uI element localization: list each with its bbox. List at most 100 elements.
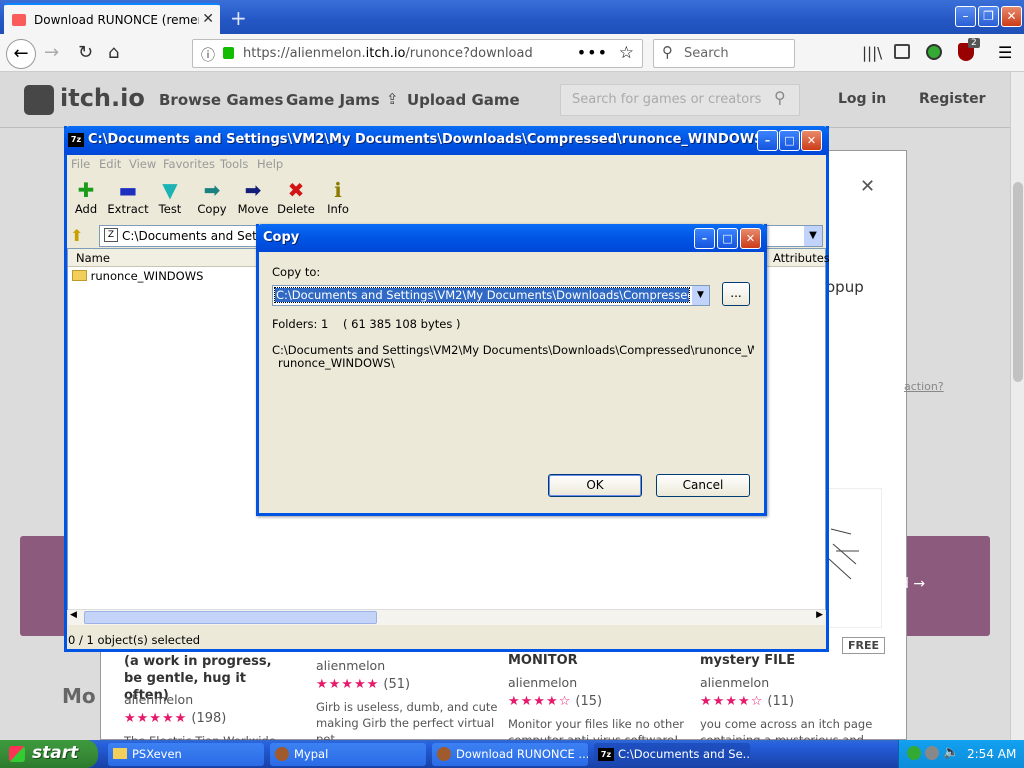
mypal-icon — [275, 747, 289, 761]
page-scrollbar[interactable] — [1010, 72, 1024, 740]
itch-logo-icon[interactable] — [24, 85, 54, 115]
source-path: C:\Documents and Settings\VM2\My Documen… — [272, 343, 754, 357]
browse-button[interactable]: ... — [722, 282, 750, 306]
browser-restore-button[interactable]: ❐ — [978, 6, 999, 27]
game-title[interactable]: mystery FILE — [700, 653, 795, 668]
destination-value[interactable]: C:\Documents and Settings\VM2\My Documen… — [274, 287, 690, 303]
copy-button[interactable]: ➡ Copy — [190, 178, 234, 216]
scroll-left-icon[interactable]: ◀ — [70, 610, 77, 620]
reload-icon[interactable]: ↻ — [78, 42, 93, 63]
up-folder-icon[interactable]: ⬆ — [70, 226, 83, 245]
clock[interactable]: 2:54 AM — [967, 747, 1016, 761]
move-icon: ➡ — [244, 178, 262, 202]
browser-tab[interactable]: Download RUNONCE (remember_n ✕ — [4, 3, 220, 34]
7zip-close-button[interactable]: ✕ — [801, 130, 822, 151]
task-mypal[interactable]: Mypal — [270, 743, 426, 766]
column-name[interactable]: Name — [76, 251, 110, 265]
ok-button[interactable]: OK — [548, 474, 642, 497]
url-bar[interactable]: ⓘ https://alienmelon.itch.io/runonce?dow… — [192, 39, 643, 68]
browser-close-button[interactable]: ✕ — [1001, 6, 1022, 27]
copy-minimize-button[interactable]: – — [694, 228, 715, 249]
column-attributes[interactable]: Attributes — [773, 251, 830, 265]
menu-tools[interactable]: Tools — [220, 157, 248, 171]
game-author[interactable]: alienmelon — [700, 675, 769, 690]
delete-icon: ✖ — [287, 178, 305, 202]
menu-file[interactable]: File — [71, 157, 90, 171]
register-link[interactable]: Register — [919, 91, 986, 107]
menu-help[interactable]: Help — [257, 157, 283, 171]
destination-dropdown-icon[interactable]: ▼ — [692, 286, 709, 305]
menu-icon[interactable]: ☰ — [998, 43, 1012, 62]
itch-search-input[interactable]: Search for games or creators — [572, 92, 761, 107]
library-icon[interactable]: |||\ — [862, 44, 882, 62]
start-button[interactable]: start — [0, 740, 98, 768]
add-icon: ✚ — [77, 178, 95, 202]
folders-info: Folders: 1 ( 61 385 108 bytes ) — [272, 317, 461, 331]
next-arrow-icon[interactable]: d → — [900, 576, 925, 592]
game-title[interactable]: MONITOR — [508, 653, 578, 668]
menu-view[interactable]: View — [129, 157, 156, 171]
upload-game-link[interactable]: Upload Game — [407, 91, 520, 109]
tray-app-icon[interactable] — [925, 746, 939, 760]
scroll-right-icon[interactable]: ▶ — [816, 610, 823, 620]
browser-search-box[interactable]: ⚲ Search — [653, 39, 795, 68]
back-icon[interactable]: ← — [6, 39, 36, 69]
7zip-maximize-button[interactable]: □ — [779, 130, 800, 151]
hscroll-thumb[interactable] — [84, 611, 377, 624]
menu-favorites[interactable]: Favorites — [163, 157, 215, 171]
task-psxeven[interactable]: PSXeven — [108, 743, 264, 766]
path-dropdown-icon[interactable]: ▼ — [804, 226, 822, 246]
copy-maximize-button[interactable]: □ — [717, 228, 738, 249]
add-button[interactable]: ✚ Add — [64, 178, 108, 216]
horizontal-scrollbar[interactable]: ◀ ▶ — [68, 609, 825, 625]
delete-button[interactable]: ✖ Delete — [274, 178, 318, 216]
browse-games-link[interactable]: Browse Games — [159, 91, 283, 109]
network-icon[interactable] — [907, 746, 921, 760]
new-tab-icon[interactable]: + — [230, 6, 247, 30]
move-button[interactable]: ➡ Move — [231, 178, 275, 216]
volume-icon[interactable]: 🔈 — [943, 745, 959, 760]
drive-icon: Z — [104, 228, 118, 242]
itch-search-icon[interactable]: ⚲ — [774, 88, 786, 107]
7zip-title: C:\Documents and Settings\VM2\My Documen… — [88, 132, 758, 147]
cancel-button[interactable]: Cancel — [656, 474, 750, 497]
destination-combo[interactable]: C:\Documents and Settings\VM2\My Documen… — [272, 285, 710, 306]
more-heading: Mo — [62, 684, 96, 708]
site-info-icon[interactable]: ⓘ — [201, 45, 215, 65]
lock-icon — [223, 47, 234, 59]
game-author[interactable]: alienmelon — [508, 675, 577, 690]
home-icon[interactable]: ⌂ — [108, 42, 119, 63]
7zip-minimize-button[interactable]: – — [757, 130, 778, 151]
login-link[interactable]: Log in — [838, 91, 886, 107]
itch-logo[interactable]: itch.io — [60, 84, 145, 112]
7zip-titlebar[interactable]: 7z C:\Documents and Settings\VM2\My Docu… — [64, 126, 829, 155]
game-jams-link[interactable]: Game Jams — [286, 91, 380, 109]
game-author[interactable]: alienmelon — [316, 658, 385, 673]
forward-icon[interactable]: → — [44, 42, 59, 63]
popup-close-icon[interactable]: ✕ — [860, 176, 875, 197]
menu-edit[interactable]: Edit — [99, 157, 121, 171]
copy-dialog — [256, 224, 767, 516]
task-7zip[interactable]: 7z C:\Documents and Se... — [594, 743, 750, 766]
game-author[interactable]: alienmelon — [124, 692, 193, 707]
bookmark-star-icon[interactable]: ☆ — [619, 43, 634, 63]
info-button[interactable]: ℹ Info — [316, 178, 360, 216]
page-actions-icon[interactable]: ••• — [577, 43, 608, 62]
list-item[interactable]: runonce_WINDOWS — [72, 269, 203, 283]
scrollbar-thumb[interactable] — [1013, 182, 1023, 382]
browser-icon — [437, 747, 451, 761]
copy-dialog-titlebar[interactable]: Copy – □ ✕ — [256, 224, 767, 252]
extension-icon[interactable] — [926, 44, 942, 60]
task-download-runonce[interactable]: Download RUNONCE ... — [432, 743, 588, 766]
popup-link[interactable]: action? — [904, 380, 944, 393]
sidebar-icon[interactable] — [894, 44, 910, 59]
copy-close-button[interactable]: ✕ — [740, 228, 761, 249]
tab-close-icon[interactable]: ✕ — [202, 11, 214, 27]
search-icon: ⚲ — [662, 43, 673, 61]
test-button[interactable]: ▼ Test — [148, 178, 192, 216]
windows-logo-icon — [9, 746, 25, 762]
browser-minimize-button[interactable]: – — [955, 6, 976, 27]
7zip-task-icon: 7z — [598, 748, 614, 761]
extract-button[interactable]: ▬ Extract — [106, 178, 150, 216]
source-item: runonce_WINDOWS\ — [278, 356, 395, 370]
